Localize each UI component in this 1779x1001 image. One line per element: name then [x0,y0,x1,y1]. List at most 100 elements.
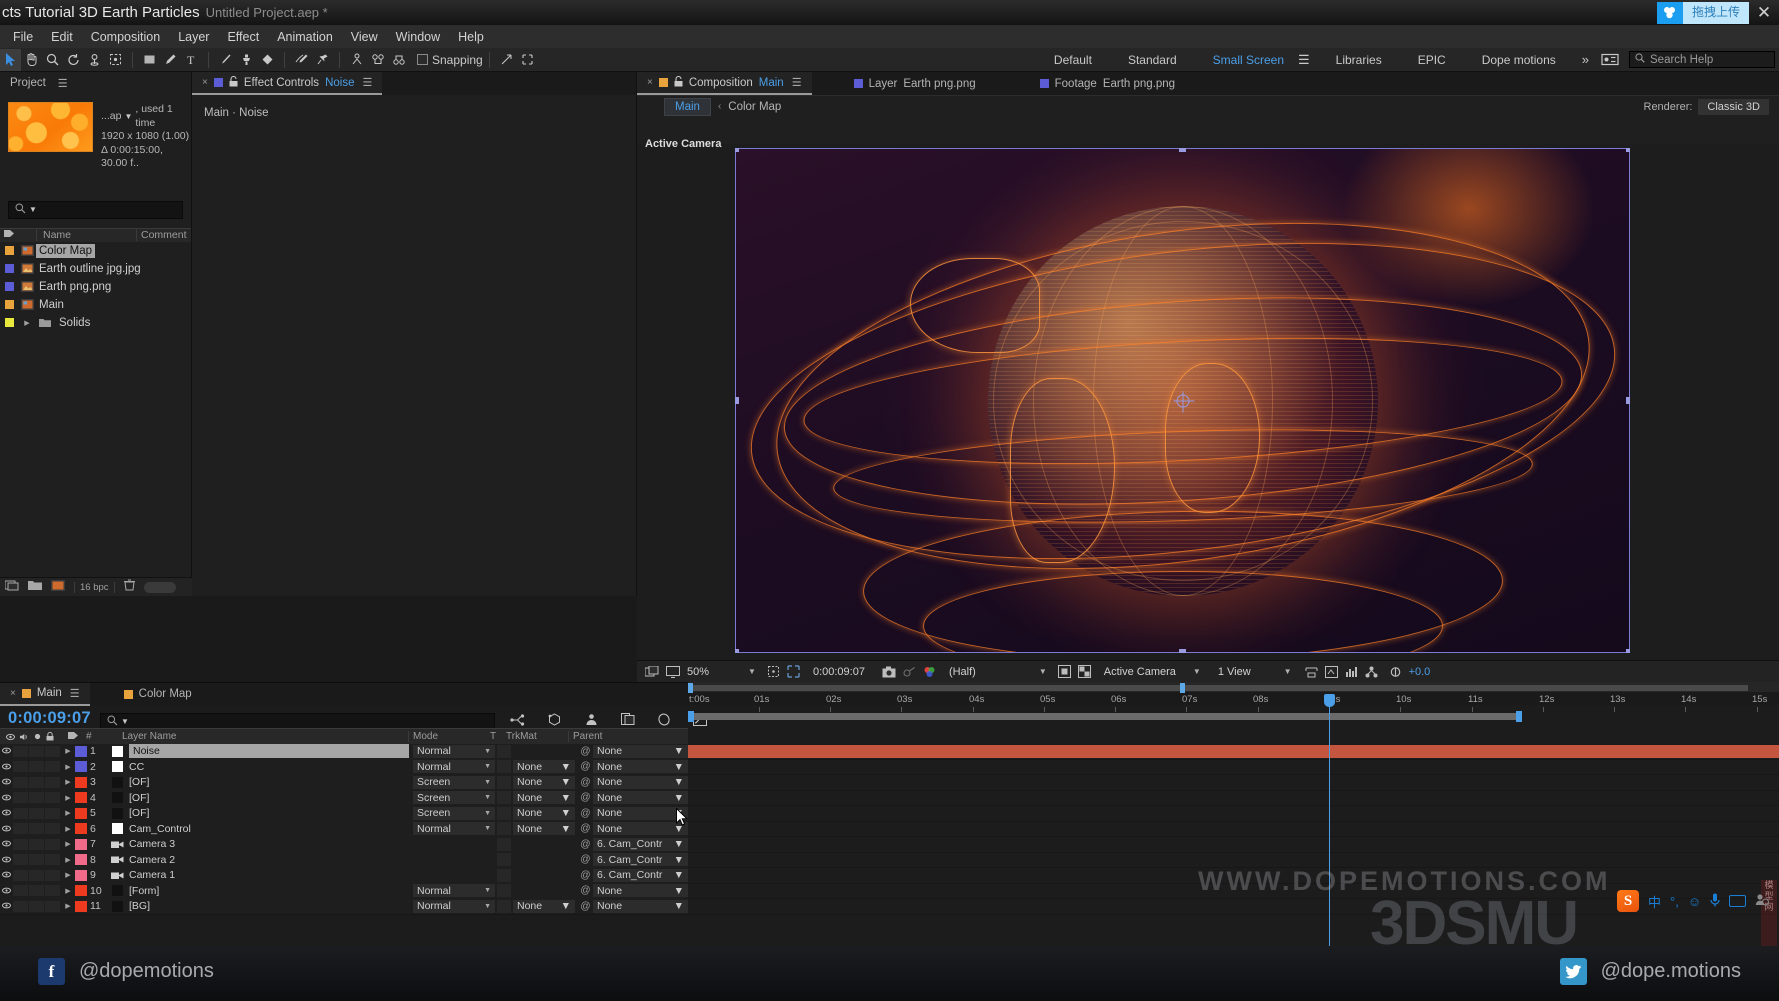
layer-preserve-transparency[interactable] [497,760,511,774]
layer-visibility-toggle[interactable] [0,793,13,803]
ime-keyboard-icon[interactable] [1729,895,1747,907]
layer-solo-toggle[interactable] [29,776,44,788]
timeline-layer-row[interactable]: ▶ 4 [OF] Screen ▼ None ▼ @ None ▼ [0,745,1779,806]
layer-parent-select[interactable]: None▼ [593,791,688,805]
search-help-input[interactable]: Search Help [1629,51,1775,68]
layer-trkmat-select[interactable]: None ▼ [513,806,575,820]
column-trkmat[interactable]: TrkMat [506,731,568,742]
timeline-layer-row[interactable]: ▶ 9 Camera 1 @6. Cam_Contr ▼ [0,745,1779,884]
camera-select[interactable]: Active Camera ▼ [1104,666,1201,678]
layer-solo-toggle[interactable] [29,792,44,804]
brush-tool-icon[interactable] [215,49,236,71]
snapping-toggle[interactable]: Snapping [417,53,483,67]
parent-pickwhip-icon[interactable]: @ [578,885,593,896]
layer-audio-toggle[interactable] [13,823,28,835]
breadcrumb-main[interactable]: Main [664,97,711,116]
layer-preserve-transparency[interactable] [497,868,511,882]
exposure-icon[interactable] [1389,666,1402,678]
views-select[interactable]: 1 View ▼ [1218,666,1292,678]
layer-lock-toggle[interactable] [45,807,60,819]
layer-preserve-transparency[interactable] [497,775,511,789]
project-row-color-map[interactable]: Color Map [0,242,191,260]
lock-icon[interactable] [229,75,238,90]
baidu-upload-button[interactable]: 拖拽上传 [1656,1,1749,24]
column-layer-name[interactable]: Layer Name [114,731,408,742]
parent-pickwhip-icon[interactable]: @ [578,777,593,788]
pen-tool-icon[interactable] [160,49,181,71]
timeline-layer-row[interactable]: ▶ 7 Camera 3 @6. Cam_Contr ▼ [0,745,1779,853]
tab-timeline-color-map[interactable]: Color Map [114,683,202,706]
zoom-tool-icon[interactable] [42,49,63,71]
column-mode[interactable]: Mode [408,731,490,742]
resolution-select[interactable]: (Half) ▼ [949,666,1047,678]
composition-canvas[interactable] [735,148,1630,653]
workspace-default[interactable]: Default [1036,53,1110,67]
layer-preserve-transparency[interactable] [497,837,511,851]
layer-visibility-toggle[interactable] [0,808,13,818]
tab-layer-earth-png[interactable]: Layer Earth png.png [844,72,986,95]
viewer-time-display[interactable]: 0:00:09:07 [813,666,865,678]
parent-pickwhip-icon[interactable]: @ [578,808,593,819]
layer-parent-select[interactable]: 6. Cam_Contr ▼ [593,853,688,867]
new-comp-icon[interactable] [4,578,19,596]
layer-blend-mode-select[interactable]: Normal ▼ [413,822,495,836]
histogram-icon[interactable] [1345,666,1358,678]
project-row-main[interactable]: Main [0,296,191,314]
snap-bounds-icon[interactable] [517,49,538,71]
layer-parent-select[interactable]: None▼ [593,884,688,898]
layer-solo-toggle[interactable] [29,807,44,819]
layer-solo-toggle[interactable] [29,885,44,897]
effect-controls-menu-icon[interactable]: ☰ [362,76,372,89]
hand-tool-icon[interactable] [21,49,42,71]
layer-audio-toggle[interactable] [13,792,28,804]
layer-blend-mode-select[interactable]: Normal ▼ [413,884,495,898]
layer-parent-select[interactable]: 6. Cam_Contr ▼ [593,837,688,851]
pan-behind-tool-icon[interactable] [105,49,126,71]
orbit-camera-tool-icon[interactable] [84,49,105,71]
parent-pickwhip-icon[interactable]: @ [578,761,593,772]
ime-emoji-icon[interactable]: ☺ [1688,894,1701,909]
menu-composition[interactable]: Composition [82,27,169,47]
project-panel-menu-icon[interactable]: ☰ [58,77,68,90]
layer-lock-toggle[interactable] [45,823,60,835]
layer-blend-mode-select[interactable]: Screen ▼ [413,806,495,820]
new-folder-icon[interactable] [28,578,42,596]
parent-pickwhip-icon[interactable]: @ [578,792,593,803]
timeline-ruler[interactable]: t:00s 01s 02s 03s 04s 05s 06s 07s 08s 09… [688,682,1779,722]
renderer-value[interactable]: Classic 3D [1698,98,1769,115]
distribute-icon[interactable] [388,49,409,71]
layer-audio-toggle[interactable] [13,854,28,866]
layer-preserve-transparency[interactable] [497,791,511,805]
layer-disclosure-triangle[interactable]: ▶ [61,778,75,786]
layer-solo-toggle[interactable] [29,900,44,912]
show-snapshot-icon[interactable] [903,666,916,678]
layer-preserve-transparency[interactable] [497,853,511,867]
facebook-branding[interactable]: f @dopemotions [38,958,214,985]
parent-pickwhip-icon[interactable]: @ [578,839,593,850]
layer-preserve-transparency[interactable] [497,744,511,758]
column-t[interactable]: T [490,731,506,742]
delete-icon[interactable] [123,578,135,596]
layer-preserve-transparency[interactable] [497,822,511,836]
chevron-down-icon[interactable]: ▼ [121,717,129,726]
pixel-aspect-icon[interactable] [1305,666,1318,678]
rotation-tool-icon[interactable] [63,49,84,71]
layer-disclosure-triangle[interactable]: ▶ [61,809,75,817]
folder-disclosure-icon[interactable]: ▶ [18,319,36,327]
project-column-name[interactable]: Name [36,229,136,241]
tab-timeline-main[interactable]: × Main ☰ [0,682,90,706]
tab-composition-main[interactable]: × Composition Main ☰ [637,72,812,95]
parent-pickwhip-icon[interactable]: @ [578,901,593,912]
parent-pickwhip-icon[interactable]: @ [578,746,593,757]
timeline-layer-row[interactable]: ▶ 8 Camera 2 @6. Cam_Contr ▼ [0,745,1779,868]
layer-parent-select[interactable]: None▼ [593,744,688,758]
parent-pickwhip-icon[interactable]: @ [578,823,593,834]
layer-visibility-toggle[interactable] [0,839,13,849]
layer-disclosure-triangle[interactable]: ▶ [61,887,75,895]
layer-blend-mode-select[interactable]: Normal ▼ [413,744,495,758]
layer-audio-toggle[interactable] [13,761,28,773]
twitter-branding[interactable]: @dope.motions [1559,958,1741,985]
column-number[interactable]: # [86,731,114,742]
layer-lock-toggle[interactable] [45,745,60,757]
column-parent[interactable]: Parent [568,731,688,742]
